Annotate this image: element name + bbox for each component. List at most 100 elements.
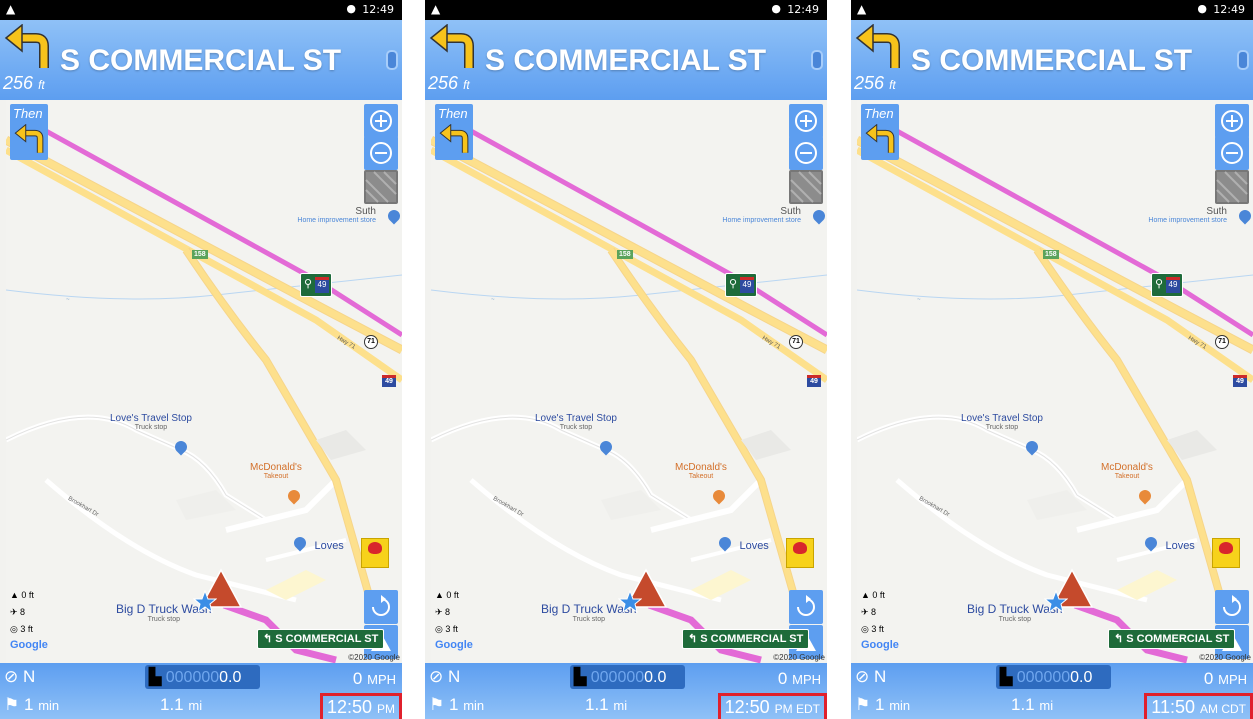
odometer[interactable]: ▙ 0000000.0 [570, 665, 685, 689]
zoom-in-button[interactable] [789, 104, 823, 138]
poi-loves-travel-stop[interactable]: Love's Travel Stop Truck stop [961, 413, 1043, 431]
odometer[interactable]: ▙ 0000000.0 [145, 665, 260, 689]
poi-mcdonalds-name: McDonald's [250, 462, 302, 473]
turn-arrow-icon: ↰ [263, 633, 276, 645]
loves-logo[interactable] [786, 538, 814, 568]
poi-loves-name: Loves [314, 540, 344, 552]
mountain-icon: ▲ [435, 590, 447, 600]
distance-remaining-value: 1.1 [585, 695, 609, 714]
checkered-flag-icon: ⚑ [4, 695, 20, 714]
road-icon: ▙ [149, 669, 166, 686]
accuracy-value: 3 ft [445, 624, 458, 634]
heading-display[interactable]: ⊘ N [855, 667, 886, 687]
lane-guidance-icon[interactable] [386, 50, 398, 70]
next-turn-preview: Then [861, 104, 899, 160]
map-view[interactable]: Then Suth Home improvement store 158 ⚲ 4… [857, 100, 1253, 663]
next-street-sign-label: S COMMERCIAL ST [700, 633, 804, 645]
satellite-icon: ✈ [861, 607, 872, 617]
zoom-in-button[interactable] [1215, 104, 1249, 138]
distance-remaining[interactable]: 1.1 mi [160, 695, 202, 715]
map-layer-button[interactable] [1215, 170, 1249, 204]
pedestrian-icon: ⚲ [1155, 278, 1164, 290]
plus-icon [795, 110, 817, 132]
loves-logo[interactable] [1212, 538, 1240, 568]
checkered-flag-icon: ⚑ [429, 695, 445, 714]
zoom-out-button[interactable] [1215, 136, 1249, 170]
gas-pin-icon [1142, 534, 1160, 552]
arrival-clock[interactable]: 12:50 PM [319, 693, 402, 719]
poi-loves[interactable]: Loves [716, 534, 769, 554]
recenter-button[interactable] [364, 590, 398, 624]
heading-display[interactable]: ⊘ N [429, 667, 460, 687]
arrival-clock[interactable]: 12:50 PM EDT [717, 693, 827, 719]
speed-display: 0 MPH [353, 669, 396, 689]
heading-value: N [22, 667, 36, 686]
satellite-readout: ✈ 8 [435, 607, 450, 618]
time-remaining[interactable]: ⚑ 1 min [855, 695, 910, 715]
elevation-value: 0 ft [21, 590, 34, 600]
next-street-sign: ↰ S COMMERCIAL ST [257, 629, 385, 649]
arrival-clock[interactable]: 11:50 AM CDT [1144, 693, 1253, 719]
zoom-in-button[interactable] [364, 104, 398, 138]
map-layer-button[interactable] [364, 170, 398, 204]
poi-loves[interactable]: Loves [1142, 534, 1195, 554]
screenshot-panel-3: ▲ ● 12:49 S COMMERCIAL ST 256 ft Then Su… [851, 0, 1253, 719]
recenter-button[interactable] [789, 590, 823, 624]
distance-remaining-value: 1.1 [160, 695, 184, 714]
compass-icon: ⊘ [855, 667, 870, 686]
heading-display[interactable]: ⊘ N [4, 667, 35, 687]
minus-icon [1221, 142, 1243, 164]
poi-sutherland[interactable]: Suth Home improvement store [297, 206, 376, 224]
pedestrian-icon: ⚲ [729, 278, 738, 290]
poi-loves-travel-stop[interactable]: Love's Travel Stop Truck stop [110, 413, 192, 431]
route-shield-158: 158 [617, 250, 633, 259]
speed-display: 0 MPH [1204, 669, 1247, 689]
road-icon: ▙ [574, 669, 591, 686]
turn-left-small-icon [865, 124, 895, 153]
zoom-out-button[interactable] [364, 136, 398, 170]
lane-guidance-icon[interactable] [1237, 50, 1249, 70]
recenter-button[interactable] [1215, 590, 1249, 624]
poi-loves-travel-stop[interactable]: Love's Travel Stop Truck stop [535, 413, 617, 431]
speed-unit: MPH [367, 672, 396, 687]
distance-remaining[interactable]: 1.1 mi [585, 695, 627, 715]
rotate-icon [797, 595, 815, 616]
poi-mcdonalds[interactable]: McDonald's Takeout [675, 462, 727, 480]
poi-mcdonalds[interactable]: McDonald's Takeout [250, 462, 302, 480]
satellite-layer-icon [1216, 171, 1248, 203]
poi-mcdonalds-type: Takeout [688, 473, 714, 480]
route-shield-71: 71 [789, 335, 803, 349]
map-view[interactable]: Then Suth Home improvement store 158 ⚲ 4… [6, 100, 402, 663]
speed-unit: MPH [1218, 672, 1247, 687]
target-icon: ◎ [10, 624, 21, 634]
status-bar: ▲ ● 12:49 [851, 0, 1253, 20]
satellite-layer-icon [365, 171, 397, 203]
warning-icon: ▲ [431, 2, 441, 16]
route-shield-158: 158 [192, 250, 208, 259]
interstate-exit-sign: ⚲ 49 [725, 273, 757, 297]
arrival-time-zone: PM [377, 702, 395, 716]
lane-guidance-icon[interactable] [811, 50, 823, 70]
satellite-icon: ✈ [435, 607, 446, 617]
elevation-value: 0 ft [446, 590, 459, 600]
zoom-out-button[interactable] [789, 136, 823, 170]
odometer[interactable]: ▙ 0000000.0 [996, 665, 1111, 689]
poi-mcdonalds[interactable]: McDonald's Takeout [1101, 462, 1153, 480]
map-layer-button[interactable] [789, 170, 823, 204]
heading-value: N [873, 667, 887, 686]
odometer-value: 0.0 [1070, 669, 1093, 686]
time-remaining[interactable]: ⚑ 1 min [4, 695, 59, 715]
poi-sutherland[interactable]: Suth Home improvement store [722, 206, 801, 224]
map-view[interactable]: Then Suth Home improvement store 158 ⚲ 4… [431, 100, 827, 663]
poi-sutherland[interactable]: Suth Home improvement store [1148, 206, 1227, 224]
time-remaining[interactable]: ⚑ 1 min [429, 695, 484, 715]
satellite-layer-icon [790, 171, 822, 203]
poi-loves[interactable]: Loves [291, 534, 344, 554]
route-shield-71: 71 [1215, 335, 1229, 349]
heading-value: N [447, 667, 461, 686]
interstate-shield-49: 49 [807, 375, 821, 387]
loves-logo[interactable] [361, 538, 389, 568]
distance-remaining[interactable]: 1.1 mi [1011, 695, 1053, 715]
speed-value: 0 [1203, 669, 1214, 688]
map-roads [431, 117, 827, 663]
